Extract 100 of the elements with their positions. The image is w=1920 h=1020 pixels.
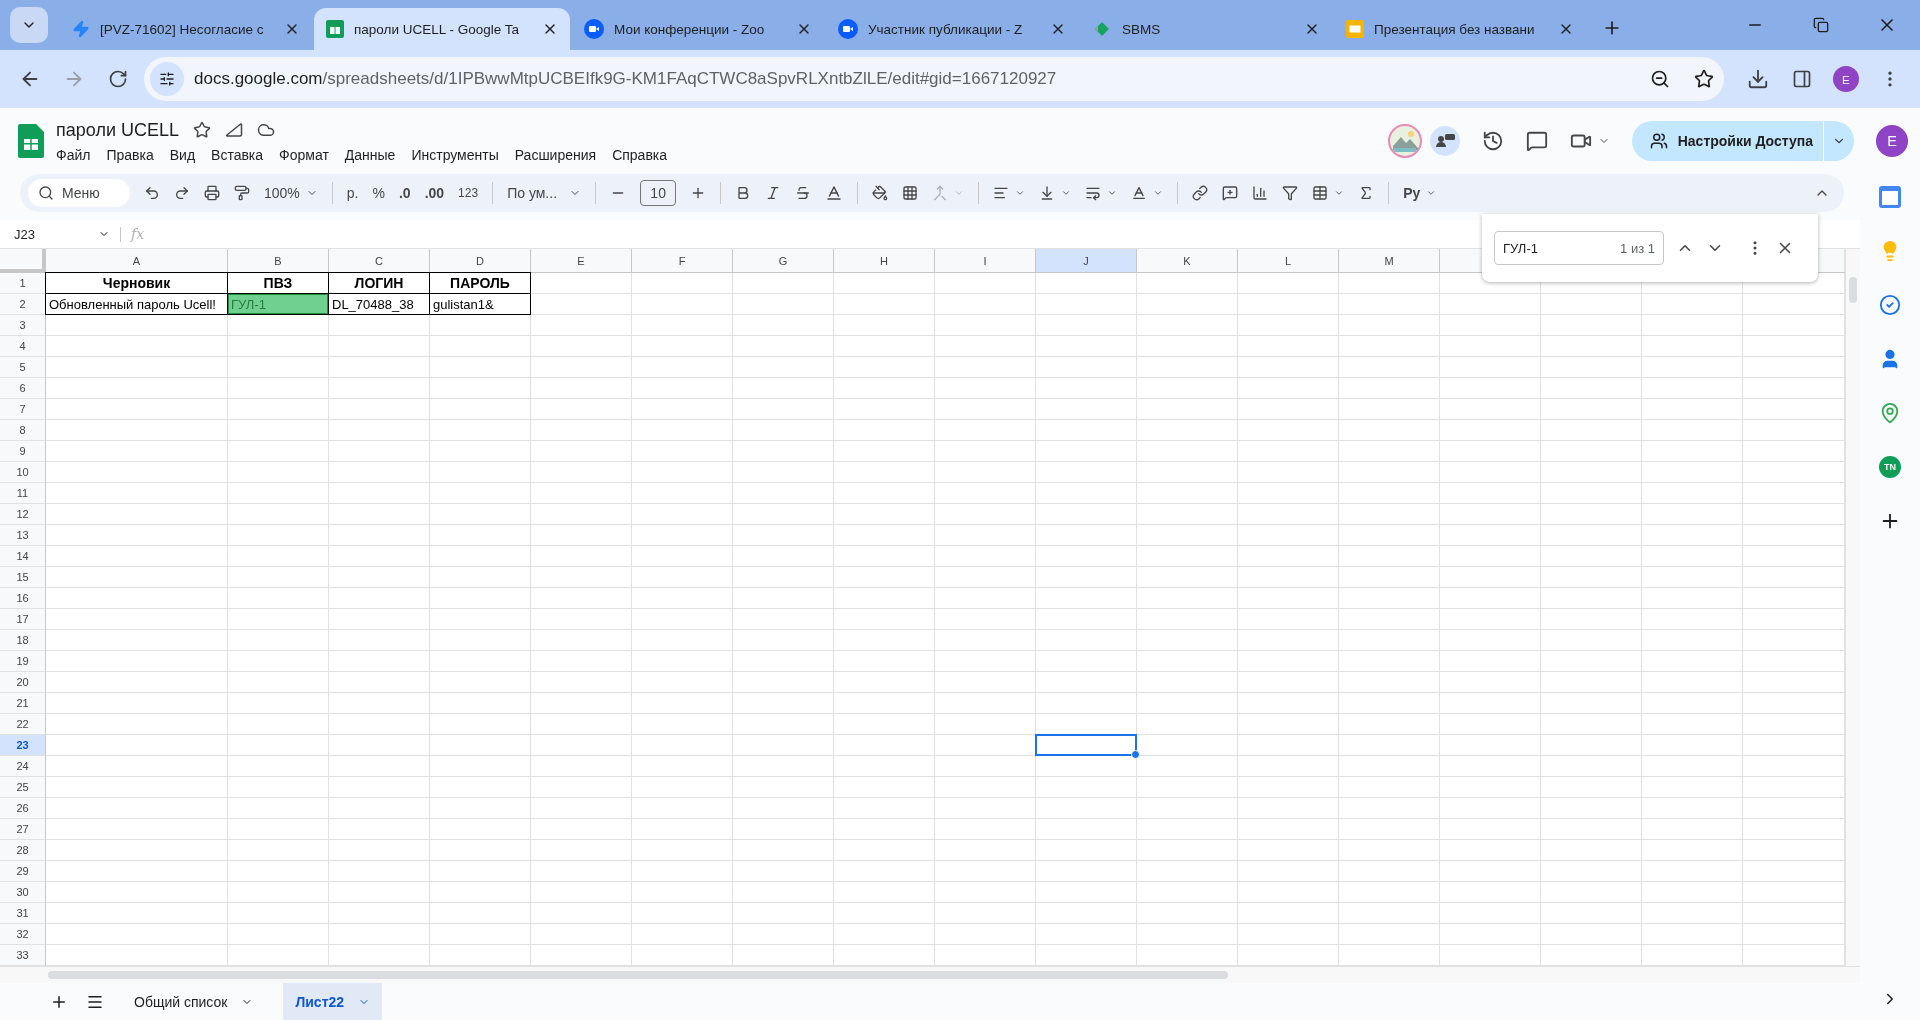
sheets-logo-icon[interactable] — [18, 124, 44, 158]
row-number[interactable]: 19 — [0, 651, 46, 672]
menu-item[interactable]: Расширения — [514, 146, 597, 163]
chat-person-icon[interactable] — [1429, 126, 1460, 156]
menu-search-field[interactable]: Меню — [28, 179, 130, 207]
row-number[interactable]: 10 — [0, 462, 46, 483]
sheet-tab[interactable]: Лист22 — [283, 983, 383, 1020]
menu-item[interactable]: Формат — [279, 146, 329, 163]
menu-item[interactable]: Данные — [344, 146, 396, 163]
paint-format-icon[interactable] — [234, 185, 250, 201]
row-number[interactable]: 29 — [0, 861, 46, 882]
row-number[interactable]: 32 — [0, 924, 46, 945]
currency-format-button[interactable]: р. — [346, 185, 359, 201]
row-number[interactable]: 18 — [0, 630, 46, 651]
menu-item[interactable]: Справка — [612, 146, 668, 163]
browser-tab[interactable]: пароли UCELL - Google Ta — [314, 8, 570, 50]
browser-tab[interactable]: [PVZ-71602] Несогласие с — [60, 8, 312, 50]
tasks-icon[interactable] — [1879, 294, 1901, 316]
addon-button[interactable]: TN — [1879, 456, 1901, 478]
row-number[interactable]: 3 — [0, 315, 46, 336]
sheet-tab[interactable]: Общий список — [122, 983, 266, 1020]
find-field[interactable]: ГУЛ-1 1 из 1 — [1494, 231, 1664, 265]
font-size-field[interactable]: 10 — [640, 180, 677, 206]
row-number[interactable]: 27 — [0, 819, 46, 840]
percent-format-button[interactable]: % — [372, 185, 385, 201]
browser-tab[interactable]: Мои конференции - Zoo — [572, 8, 824, 50]
row-number[interactable]: 2 — [0, 294, 46, 315]
fill-color-icon[interactable] — [872, 185, 889, 201]
active-cell[interactable] — [1035, 734, 1137, 756]
reload-icon[interactable] — [108, 69, 128, 89]
borders-icon[interactable] — [902, 185, 919, 201]
cloud-icon[interactable] — [256, 121, 275, 139]
bookmark-star-icon[interactable] — [1694, 69, 1714, 89]
merge-cells-icon[interactable] — [932, 185, 949, 201]
row-number[interactable]: 24 — [0, 756, 46, 777]
filter-icon[interactable] — [1282, 185, 1299, 201]
map-pin-icon[interactable] — [1879, 402, 1901, 424]
row-number[interactable]: 16 — [0, 588, 46, 609]
caret-icon[interactable] — [1107, 188, 1118, 198]
strikethrough-icon[interactable] — [795, 185, 812, 201]
row-number[interactable]: 31 — [0, 903, 46, 924]
row-number[interactable]: 8 — [0, 420, 46, 441]
star-icon[interactable] — [192, 121, 211, 139]
browser-tab[interactable]: SBMS — [1080, 8, 1332, 50]
row-number[interactable]: 22 — [0, 714, 46, 735]
row-number[interactable]: 15 — [0, 567, 46, 588]
row-number[interactable]: 17 — [0, 609, 46, 630]
address-bar[interactable]: docs.google.com/spreadsheets/d/1IPBwwMtpUCBEIfk9G-KM1FAqCTWC8aSpvRLXntbZlLE/edit#gid=1667120927 — [144, 57, 1724, 101]
row-number[interactable]: 7 — [0, 399, 46, 420]
undo-icon[interactable] — [144, 185, 160, 201]
menu-item[interactable]: Файл — [56, 146, 91, 163]
caret-icon[interactable] — [1153, 188, 1164, 198]
row-number[interactable]: 30 — [0, 882, 46, 903]
row-number[interactable]: 9 — [0, 441, 46, 462]
text-color-icon[interactable] — [825, 184, 844, 202]
restore-icon[interactable] — [1813, 17, 1829, 33]
row-number[interactable]: 21 — [0, 693, 46, 714]
input-tools-dropdown[interactable]: Ру — [1403, 185, 1421, 201]
row-number[interactable]: 28 — [0, 840, 46, 861]
zoom-dropdown[interactable]: 100% — [264, 185, 300, 201]
download-icon[interactable] — [1747, 68, 1769, 90]
side-panel-icon[interactable] — [1792, 69, 1812, 89]
row-number[interactable]: 13 — [0, 525, 46, 546]
link-icon[interactable] — [1192, 185, 1209, 201]
caret-icon[interactable] — [1334, 188, 1345, 198]
row-number[interactable]: 4 — [0, 336, 46, 357]
row-number[interactable]: 23 — [0, 735, 46, 756]
font-dropdown[interactable]: По ум... — [507, 185, 557, 201]
redo-icon[interactable] — [174, 185, 190, 201]
name-box[interactable]: J23 — [0, 226, 121, 242]
browser-tab[interactable]: Презентация без названи — [1334, 8, 1586, 50]
history-icon[interactable] — [1481, 130, 1504, 152]
caret-icon[interactable] — [1015, 188, 1026, 198]
row-number[interactable]: 6 — [0, 378, 46, 399]
caret-icon[interactable] — [1426, 188, 1437, 198]
print-icon[interactable] — [204, 185, 220, 201]
row-number[interactable]: 25 — [0, 777, 46, 798]
comment-icon[interactable] — [1525, 130, 1548, 152]
row-number[interactable]: 33 — [0, 945, 46, 966]
site-info-button[interactable] — [150, 62, 184, 96]
profile-avatar[interactable]: E — [1833, 66, 1859, 92]
menu-item[interactable]: Правка — [106, 146, 154, 163]
account-avatar[interactable]: E — [1876, 125, 1908, 157]
column-header[interactable]: J — [1036, 249, 1137, 272]
wrap-text-icon[interactable] — [1085, 185, 1102, 201]
number-format-button[interactable]: 123 — [458, 186, 479, 200]
row-number[interactable]: 5 — [0, 357, 46, 378]
browser-tab[interactable]: Участник публикации - Z — [826, 8, 1078, 50]
increase-decimals-button[interactable]: .00 — [424, 185, 445, 201]
calendar-icon[interactable] — [1879, 186, 1901, 208]
row-number[interactable]: 11 — [0, 483, 46, 504]
document-title[interactable]: пароли UCELL — [56, 119, 179, 141]
zoom-out-icon[interactable] — [1650, 69, 1670, 89]
row-number[interactable]: 1 — [0, 273, 46, 294]
row-number[interactable]: 20 — [0, 672, 46, 693]
menu-item[interactable]: Вставка — [211, 146, 264, 163]
scrollbar-thumb[interactable] — [48, 971, 1228, 979]
scrollbar-thumb[interactable] — [1849, 277, 1857, 303]
add-comment-icon[interactable] — [1222, 185, 1239, 201]
align-left-icon[interactable] — [993, 185, 1010, 201]
